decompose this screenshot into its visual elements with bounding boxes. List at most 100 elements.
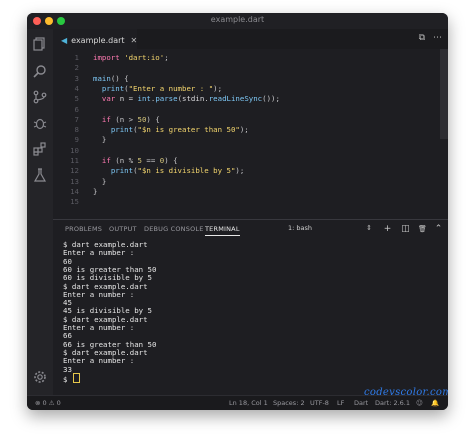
code-token: if — [101, 114, 111, 124]
code-token: import — [93, 53, 125, 62]
line-number: 9 — [74, 135, 79, 145]
testing-flask-icon[interactable] — [32, 167, 48, 183]
code-token: } — [93, 135, 107, 145]
tab-example-dart[interactable]: ◀ example.dart ✕ — [53, 29, 137, 50]
terminal-select[interactable]: 1: bash ⇕ — [288, 224, 372, 234]
minimap[interactable] — [440, 49, 448, 139]
editor-actions: ⧉ ⋯ — [419, 33, 442, 43]
line-number: 4 — [74, 83, 79, 93]
explorer-icon[interactable] — [32, 36, 48, 52]
code-token: (n % — [110, 156, 138, 165]
code-line[interactable]: 10 — [53, 146, 423, 156]
line-number: 11 — [70, 156, 79, 165]
encoding[interactable]: UTF-8 — [310, 399, 329, 407]
code-token: ) { — [164, 156, 178, 165]
dart-icon: ◀ — [61, 35, 68, 45]
code-line[interactable]: 9 } — [53, 135, 423, 145]
terminal-line: Enter a number : — [63, 248, 135, 258]
editor-window: example.dart ◀ example.dart ✕ ⧉ ⋯ 1 impo… — [27, 13, 448, 410]
trash-icon[interactable]: 🗑 — [417, 223, 428, 234]
terminal-select-value: 1: bash — [288, 224, 313, 232]
code-line[interactable]: 14} — [53, 187, 423, 197]
code-token: "$n is greater than 50" — [137, 125, 240, 135]
feedback-icon[interactable]: ☺ — [416, 399, 423, 407]
terminal-line: Enter a number : — [63, 356, 135, 366]
status-bar: ⊗ 0 ⚠ 0 Ln 18, Col 1 Spaces: 2 UTF-8 LF … — [27, 395, 448, 410]
code-line[interactable]: 13 } — [53, 177, 423, 187]
terminal-prompt: $ — [63, 374, 72, 384]
code-line[interactable]: 4 print("Enter a number : "); — [53, 84, 423, 94]
language-mode[interactable]: Dart — [354, 399, 368, 407]
tab-debug-console[interactable]: DEBUG CONSOLE — [144, 225, 204, 233]
cursor-position[interactable]: Ln 18, Col 1 — [229, 399, 268, 407]
code-token: ); — [213, 83, 223, 93]
code-line[interactable]: 3 main() { — [53, 74, 423, 84]
code-token: main — [93, 73, 111, 83]
code-token: ; — [164, 53, 169, 62]
title-bar: example.dart — [27, 13, 448, 29]
code-line[interactable]: 5 var n = int.parse(stdin.readLineSync()… — [53, 94, 423, 104]
activity-bar — [27, 29, 53, 395]
code-token: () { — [110, 73, 129, 83]
code-token: "Enter a number : " — [128, 83, 214, 93]
new-terminal-icon[interactable]: + — [382, 223, 393, 234]
line-number: 3 — [74, 73, 79, 83]
code-token: ) { — [146, 114, 160, 124]
code-token: print — [101, 83, 125, 93]
settings-gear-icon[interactable] — [32, 369, 48, 385]
close-tab-icon[interactable]: ✕ — [131, 36, 138, 45]
code-token: == — [141, 156, 160, 165]
bottom-panel: PROBLEMS OUTPUT DEBUG CONSOLE TERMINAL 1… — [53, 219, 448, 398]
search-icon[interactable] — [32, 63, 48, 79]
indentation[interactable]: Spaces: 2 — [273, 399, 305, 407]
code-editor[interactable]: 1 import 'dart:io'; 2 3 main() {4 print("Ent… — [53, 49, 448, 219]
code-line[interactable]: 6 — [53, 105, 423, 115]
line-number: 15 — [70, 197, 79, 207]
dart-version[interactable]: Dart: 2.6.1 — [375, 399, 410, 407]
code-line[interactable]: 1 import 'dart:io'; — [53, 53, 423, 63]
select-arrows-icon: ⇕ — [366, 224, 372, 232]
terminal-output[interactable]: $ dart example.dart Enter a number :60 60 … — [63, 240, 433, 390]
code-line[interactable]: 8 print("$n is greater than 50"); — [53, 125, 423, 135]
terminal-cursor — [72, 372, 80, 383]
source-control-icon[interactable] — [32, 89, 48, 105]
more-actions-icon[interactable]: ⋯ — [433, 33, 442, 43]
code-token: ()); — [262, 94, 280, 104]
split-editor-icon[interactable]: ⧉ — [419, 33, 425, 43]
debug-icon[interactable] — [32, 115, 48, 131]
line-number: 5 — [74, 94, 79, 104]
line-ending[interactable]: LF — [337, 399, 344, 407]
extensions-icon[interactable] — [32, 141, 48, 157]
tab-label: example.dart — [71, 35, 125, 45]
terminal-prompt-line[interactable]: $ — [63, 372, 80, 384]
code-line[interactable]: 15 — [53, 197, 423, 207]
code-line[interactable]: 12 print("$n is divisible by 5"); — [53, 166, 423, 176]
line-number: 6 — [74, 104, 79, 114]
code-token: ); — [239, 125, 249, 135]
code-token: } — [93, 186, 98, 196]
maximize-panel-icon[interactable]: ⌃ — [433, 223, 444, 234]
tab-terminal[interactable]: TERMINAL — [205, 225, 240, 236]
code-token: 'dart:io' — [124, 53, 165, 62]
line-number: 8 — [74, 125, 79, 135]
tab-output[interactable]: OUTPUT — [109, 225, 137, 233]
split-terminal-icon[interactable]: ◫ — [400, 223, 411, 234]
line-number: 14 — [70, 186, 79, 196]
terminal-line: Enter a number : — [63, 289, 135, 299]
tab-problems[interactable]: PROBLEMS — [65, 225, 102, 233]
notifications-bell-icon[interactable]: 🔔 — [431, 399, 439, 407]
window-title: example.dart — [210, 15, 265, 24]
code-token: stdin — [182, 94, 205, 104]
editor-tab-bar: ◀ example.dart ✕ ⧉ ⋯ — [53, 29, 448, 50]
code-line[interactable]: 2 — [53, 63, 423, 73]
problems-count[interactable]: ⊗ 0 ⚠ 0 — [35, 399, 61, 407]
panel-tab-bar: PROBLEMS OUTPUT DEBUG CONSOLE TERMINAL 1… — [53, 220, 448, 238]
code-line[interactable]: 7 if (n > 50) { — [53, 115, 423, 125]
code-line[interactable]: 11 if (n % 5 == 0) { — [53, 156, 423, 166]
